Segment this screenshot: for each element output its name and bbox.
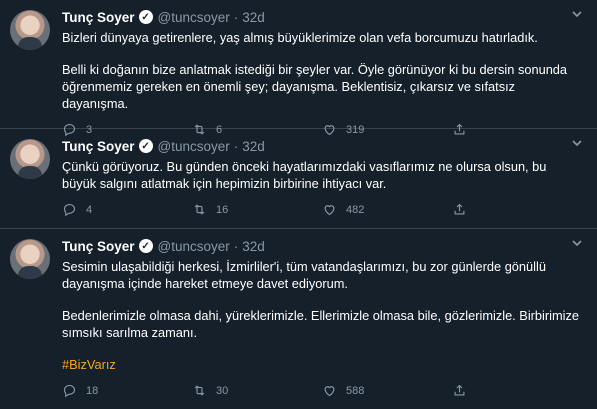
tweet-paragraph: Belli ki doğanın bize anlatmak istediği … [62,62,568,111]
verified-badge-icon: ✓ [138,239,153,253]
avatar[interactable] [10,10,50,50]
reply-count: 4 [86,203,93,216]
verified-badge-icon: ✓ [138,139,153,153]
tweet-header: Tunç Soyer ✓ @tuncsoyer · 32d [62,8,583,26]
author-name[interactable]: Tunç Soyer [62,139,135,154]
heart-icon [324,205,335,216]
avatar-column [10,137,54,228]
retweet-icon [194,385,205,396]
avatar-column [10,8,54,128]
tweet-paragraph: Bedenlerimizle olmasa dahi, yüreklerimiz… [62,308,580,340]
avatar-column [10,237,54,409]
tweet-body: Tunç Soyer ✓ @tuncsoyer · 32d Sesimin ul… [62,237,583,409]
tweet-paragraph: Sesimin ulaşabildiği herkesi, İzmirliler… [62,259,546,291]
tweet-text: Bizleri dünyaya getirenlere, yaş almış b… [62,29,583,112]
author-handle[interactable]: @tuncsoyer [158,10,230,25]
author-handle[interactable]: @tuncsoyer [158,239,230,254]
tweet-paragraph: Çünkü görüyoruz. Bu günden önceki hayatl… [62,159,547,191]
reply-button[interactable]: 18 [62,383,192,398]
share-button[interactable] [452,202,582,217]
tweet-time[interactable]: 32d [242,239,265,254]
avatar[interactable] [10,139,50,179]
share-icon [454,203,465,215]
tweet[interactable]: Tunç Soyer ✓ @tuncsoyer · 32d Sesimin ul… [0,229,597,409]
separator-dot: · [233,9,239,25]
retweet-count: 16 [216,203,229,216]
tweet-header: Tunç Soyer ✓ @tuncsoyer · 32d [62,237,583,255]
author-handle[interactable]: @tuncsoyer [158,139,230,154]
tweet-time[interactable]: 32d [242,139,265,154]
author-name[interactable]: Tunç Soyer [62,239,135,254]
chevron-down-icon[interactable] [571,237,583,252]
tweet-actions: 18 30 588 [62,383,583,398]
tweet-paragraph: Bizleri dünyaya getirenlere, yaş almış b… [62,30,538,45]
tweet[interactable]: Tunç Soyer ✓ @tuncsoyer · 32d Çünkü görü… [0,129,597,229]
tweet-text: Çünkü görüyoruz. Bu günden önceki hayatl… [62,158,583,192]
tweet-feed: Tunç Soyer ✓ @tuncsoyer · 32d Bizleri dü… [0,0,597,409]
avatar[interactable] [10,239,50,279]
tweet-body: Tunç Soyer ✓ @tuncsoyer · 32d Çünkü görü… [62,137,583,228]
retweet-button[interactable]: 30 [192,383,322,398]
hashtag-link[interactable]: #BizVarız [62,357,116,372]
like-count: 482 [346,203,365,216]
like-button[interactable]: 482 [322,202,452,217]
like-button[interactable]: 588 [322,383,452,398]
author-name[interactable]: Tunç Soyer [62,10,135,25]
reply-count: 18 [86,384,99,397]
retweet-button[interactable]: 16 [192,202,322,217]
tweet-body: Tunç Soyer ✓ @tuncsoyer · 32d Bizleri dü… [62,8,583,137]
tweet-header: Tunç Soyer ✓ @tuncsoyer · 32d [62,137,583,155]
retweet-count: 30 [216,384,229,397]
like-count: 588 [346,384,365,397]
heart-icon [324,386,335,397]
reply-button[interactable]: 4 [62,202,192,217]
verified-badge-icon: ✓ [138,10,153,24]
separator-dot: · [233,138,239,154]
reply-icon [63,203,76,217]
share-icon [454,384,465,396]
retweet-icon [194,204,205,215]
tweet-actions: 4 16 482 [62,202,583,217]
chevron-down-icon[interactable] [571,8,583,23]
share-button[interactable] [452,383,582,398]
chevron-down-icon[interactable] [571,137,583,152]
reply-icon [63,384,76,398]
tweet[interactable]: Tunç Soyer ✓ @tuncsoyer · 32d Bizleri dü… [0,0,597,137]
tweet-text: Sesimin ulaşabildiği herkesi, İzmirliler… [62,258,583,373]
separator-dot: · [233,238,239,254]
tweet-time[interactable]: 32d [242,10,265,25]
